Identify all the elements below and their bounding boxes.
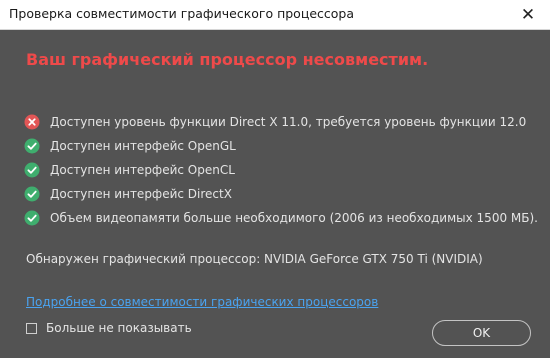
check-text: Доступен интерфейс OpenCL — [50, 163, 235, 177]
check-text: Доступен интерфейс OpenGL — [50, 139, 236, 153]
success-check-icon — [24, 210, 40, 226]
gpu-compat-info-link[interactable]: Подробнее о совместимости графических пр… — [26, 295, 378, 309]
dont-show-label: Больше не показывать — [46, 321, 192, 335]
gpu-compat-dialog: Проверка совместимости графического проц… — [0, 0, 550, 358]
check-item-opencl: Доступен интерфейс OpenCL — [24, 158, 538, 182]
check-text: Объем видеопамяти больше необходимого (2… — [50, 211, 538, 225]
title-bar: Проверка совместимости графического проц… — [0, 0, 550, 30]
success-check-icon — [24, 162, 40, 178]
close-icon: ✕ — [520, 4, 536, 25]
check-text: Доступен интерфейс DirectX — [50, 187, 232, 201]
ok-button-label: OK — [472, 326, 491, 340]
check-item-opengl: Доступен интерфейс OpenGL — [24, 134, 538, 158]
dont-show-again-option[interactable]: Больше не показывать — [26, 321, 192, 335]
error-x-icon — [24, 114, 40, 130]
close-button[interactable]: ✕ — [506, 0, 550, 29]
success-check-icon — [24, 186, 40, 202]
check-item-vram: Объем видеопамяти больше необходимого (2… — [24, 206, 538, 230]
check-text: Доступен уровень функции Direct X 11.0, … — [50, 115, 527, 129]
detected-gpu-text: Обнаружен графический процессор: NVIDIA … — [26, 252, 483, 266]
window-title: Проверка совместимости графического проц… — [9, 6, 355, 21]
dont-show-checkbox[interactable] — [26, 322, 37, 334]
check-list: Доступен уровень функции Direct X 11.0, … — [24, 110, 538, 230]
ok-button[interactable]: OK — [432, 320, 531, 346]
error-headline: Ваш графический процессор несовместим. — [26, 50, 429, 69]
check-item-directx-level: Доступен уровень функции Direct X 11.0, … — [24, 110, 538, 134]
check-item-directx: Доступен интерфейс DirectX — [24, 182, 538, 206]
success-check-icon — [24, 138, 40, 154]
